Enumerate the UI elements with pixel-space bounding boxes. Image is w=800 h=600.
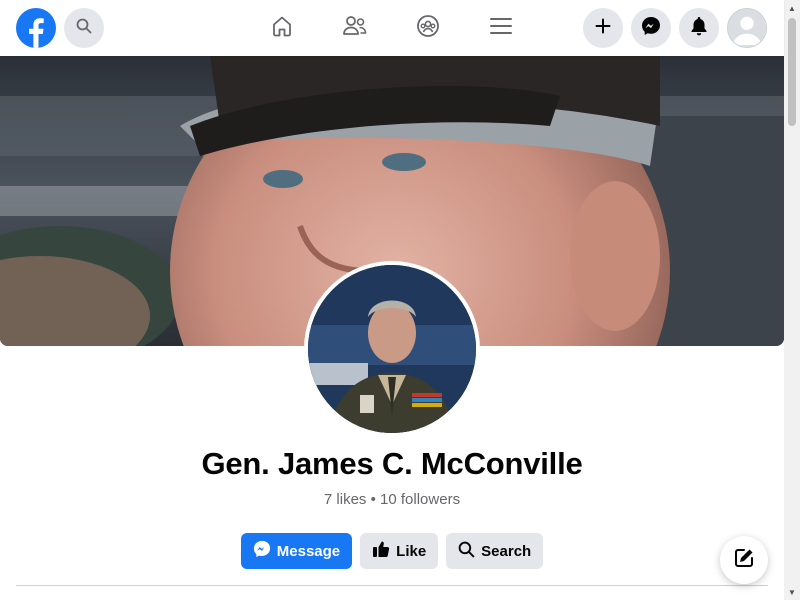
search-icon: [76, 18, 92, 39]
messenger-icon: [253, 540, 271, 562]
groups-tab[interactable]: [408, 8, 448, 48]
like-button[interactable]: Like: [360, 533, 439, 569]
home-tab[interactable]: [262, 8, 302, 48]
create-button[interactable]: [583, 8, 623, 48]
messenger-icon: [641, 16, 661, 41]
account-avatar-icon[interactable]: [727, 8, 767, 48]
groups-icon: [416, 14, 440, 43]
scrollbar[interactable]: ▲ ▼: [784, 0, 800, 600]
stats-separator: •: [366, 491, 381, 508]
menu-tab[interactable]: [481, 8, 521, 48]
message-button[interactable]: Message: [240, 533, 353, 569]
top-navigation-bar: [0, 0, 784, 56]
friends-tab[interactable]: [335, 8, 375, 48]
profile-photo: [308, 265, 476, 433]
section-divider: [16, 585, 768, 586]
scroll-down-arrow-icon[interactable]: ▼: [784, 584, 800, 600]
hamburger-menu-icon: [490, 16, 512, 41]
home-icon: [270, 14, 294, 43]
profile-picture[interactable]: [304, 261, 480, 437]
followers-count[interactable]: 10 followers: [380, 491, 460, 508]
messenger-button[interactable]: [631, 8, 671, 48]
thumbs-up-icon: [372, 540, 390, 562]
profile-actions: Message Like Search: [0, 533, 784, 569]
scrollbar-thumb[interactable]: [788, 18, 796, 126]
friends-icon: [342, 14, 368, 43]
compose-icon: [733, 547, 755, 574]
facebook-logo-icon[interactable]: [16, 8, 56, 48]
notifications-button[interactable]: [679, 8, 719, 48]
message-button-label: Message: [276, 542, 341, 560]
scroll-up-arrow-icon[interactable]: ▲: [784, 0, 800, 16]
search-icon: [458, 541, 475, 562]
search-button-label: Search: [481, 542, 532, 560]
plus-icon: [595, 18, 611, 39]
like-button-label: Like: [396, 542, 427, 560]
search-page-button[interactable]: Search: [446, 533, 544, 569]
page-title: Gen. James C. McConville: [201, 446, 583, 481]
profile-stats: 7 likes • 10 followers: [0, 491, 784, 508]
search-button[interactable]: [64, 8, 104, 48]
bell-icon: [690, 16, 708, 41]
page: Gen. James C. McConville 7 likes • 10 fo…: [0, 0, 800, 600]
likes-count[interactable]: 7 likes: [324, 491, 367, 508]
new-message-button[interactable]: [720, 536, 768, 584]
